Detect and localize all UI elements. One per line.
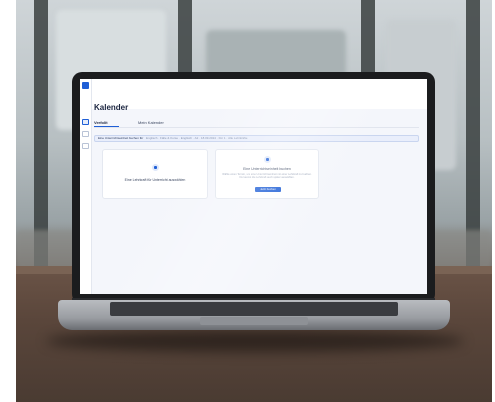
book-now-button[interactable]: Jetzt buchen [255,187,281,192]
app-logo-icon[interactable] [82,82,89,89]
book-lesson-title: Eine Unterrichtseinheit buchen [243,167,291,171]
laptop-screen: Kalender Verfolit Mein Kalender Eine Unt… [80,79,427,294]
sidebar [80,79,92,294]
document-icon[interactable] [82,131,89,137]
select-teacher-card[interactable]: Eine Lehrkraft für Unterricht auswählen [102,149,208,199]
book-lesson-card: Eine Unterrichtseinheit buchen Wähle ein… [215,149,319,199]
booking-filter-bar[interactable]: Eine Unterrichtseinheit buchen für Engli… [94,135,419,142]
laptop-shadow [46,330,464,352]
select-teacher-text: Eine Lehrkraft für Unterricht auswählen [124,178,186,182]
laptop-keyboard [110,302,398,316]
page-title: Kalender [94,103,129,112]
filter-label: Eine Unterrichtseinheit buchen für [98,136,144,140]
app-header [91,79,427,109]
tab-verfolit[interactable]: Verfolit [94,120,108,125]
teacher-icon [152,164,159,171]
tab-divider [94,127,419,128]
calendar-plus-icon [264,156,271,163]
tab-mein-kalender[interactable]: Mein Kalender [138,120,164,125]
book-lesson-description: Wähle einen Termin, um eine Unterrichtse… [222,173,312,180]
laptop-trackpad [200,317,308,325]
user-icon[interactable] [82,143,89,149]
calendar-icon[interactable] [82,119,89,125]
filter-values[interactable]: Englisch · Fälle & Kurse · Englisch · A2… [146,136,247,140]
